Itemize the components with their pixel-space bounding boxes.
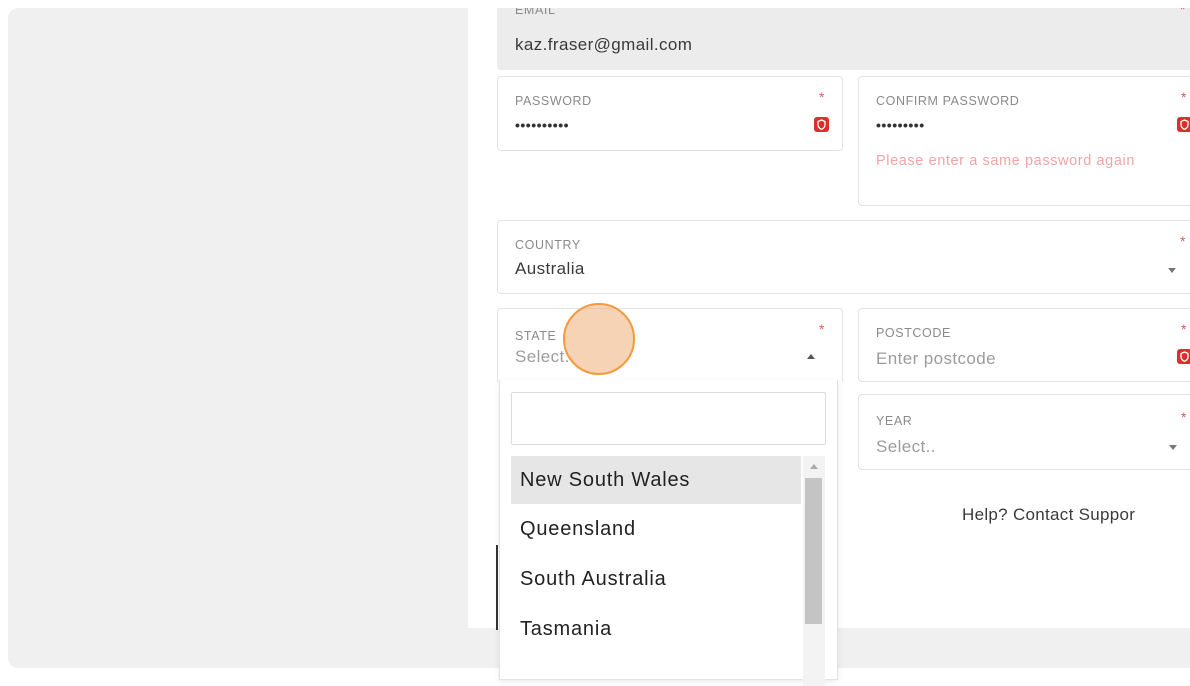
password-label: PASSWORD xyxy=(515,94,592,108)
year-placeholder: Select.. xyxy=(876,437,936,456)
field-edge-divider xyxy=(496,545,498,630)
scroll-up-arrow-icon[interactable] xyxy=(810,464,818,469)
state-dropdown-menu: New South Wales Queensland South Austral… xyxy=(499,380,838,686)
state-option[interactable]: Tasmania xyxy=(511,605,801,653)
confirm-password-field[interactable]: CONFIRM PASSWORD * ••••••••• Please ente… xyxy=(858,76,1190,206)
keeper-lock-icon[interactable] xyxy=(814,117,829,132)
postcode-label: POSTCODE xyxy=(876,326,951,340)
country-label: COUNTRY xyxy=(515,238,581,252)
state-option[interactable]: New South Wales xyxy=(511,456,801,504)
postcode-field[interactable]: POSTCODE * Enter postcode xyxy=(858,308,1190,382)
state-select[interactable]: STATE * Select.. xyxy=(497,308,843,382)
password-field[interactable]: PASSWORD * •••••••••• xyxy=(497,76,843,151)
country-required-mark: * xyxy=(1180,233,1186,249)
state-option[interactable]: Queensland xyxy=(511,505,801,553)
confirm-password-error: Please enter a same password again xyxy=(876,153,1135,169)
postcode-required-mark: * xyxy=(1181,321,1187,337)
keeper-lock-icon[interactable] xyxy=(1177,349,1190,364)
state-option[interactable]: South Australia xyxy=(511,555,801,603)
year-select[interactable]: YEAR * Select.. xyxy=(858,394,1190,470)
click-indicator xyxy=(563,303,635,375)
chevron-down-icon[interactable] xyxy=(1169,445,1177,450)
year-required-mark: * xyxy=(1181,409,1187,425)
password-required-mark: * xyxy=(819,89,825,105)
help-contact-support-link[interactable]: Help? Contact Suppor xyxy=(962,505,1135,525)
email-required-mark: * xyxy=(1180,8,1186,17)
password-value: •••••••••• xyxy=(515,117,570,133)
state-required-mark: * xyxy=(819,321,825,337)
chevron-down-icon[interactable] xyxy=(1168,268,1176,273)
confirm-password-required-mark: * xyxy=(1181,89,1187,105)
country-value: Australia xyxy=(515,259,585,278)
postcode-input[interactable]: Enter postcode xyxy=(876,349,996,369)
country-select[interactable]: COUNTRY * Australia xyxy=(497,220,1190,294)
keeper-lock-icon[interactable] xyxy=(1177,117,1190,132)
confirm-password-label: CONFIRM PASSWORD xyxy=(876,94,1020,108)
confirm-password-value: ••••••••• xyxy=(876,117,925,133)
state-label: STATE xyxy=(515,329,557,343)
email-value: kaz.fraser@gmail.com xyxy=(515,35,693,54)
dropdown-scrollbar-thumb[interactable] xyxy=(805,478,822,624)
email-label: EMAIL xyxy=(515,8,556,17)
email-field[interactable]: EMAIL * kaz.fraser@gmail.com xyxy=(497,8,1190,70)
state-search-input[interactable] xyxy=(511,392,826,445)
year-label: YEAR xyxy=(876,414,913,428)
chevron-up-icon[interactable] xyxy=(807,354,815,359)
